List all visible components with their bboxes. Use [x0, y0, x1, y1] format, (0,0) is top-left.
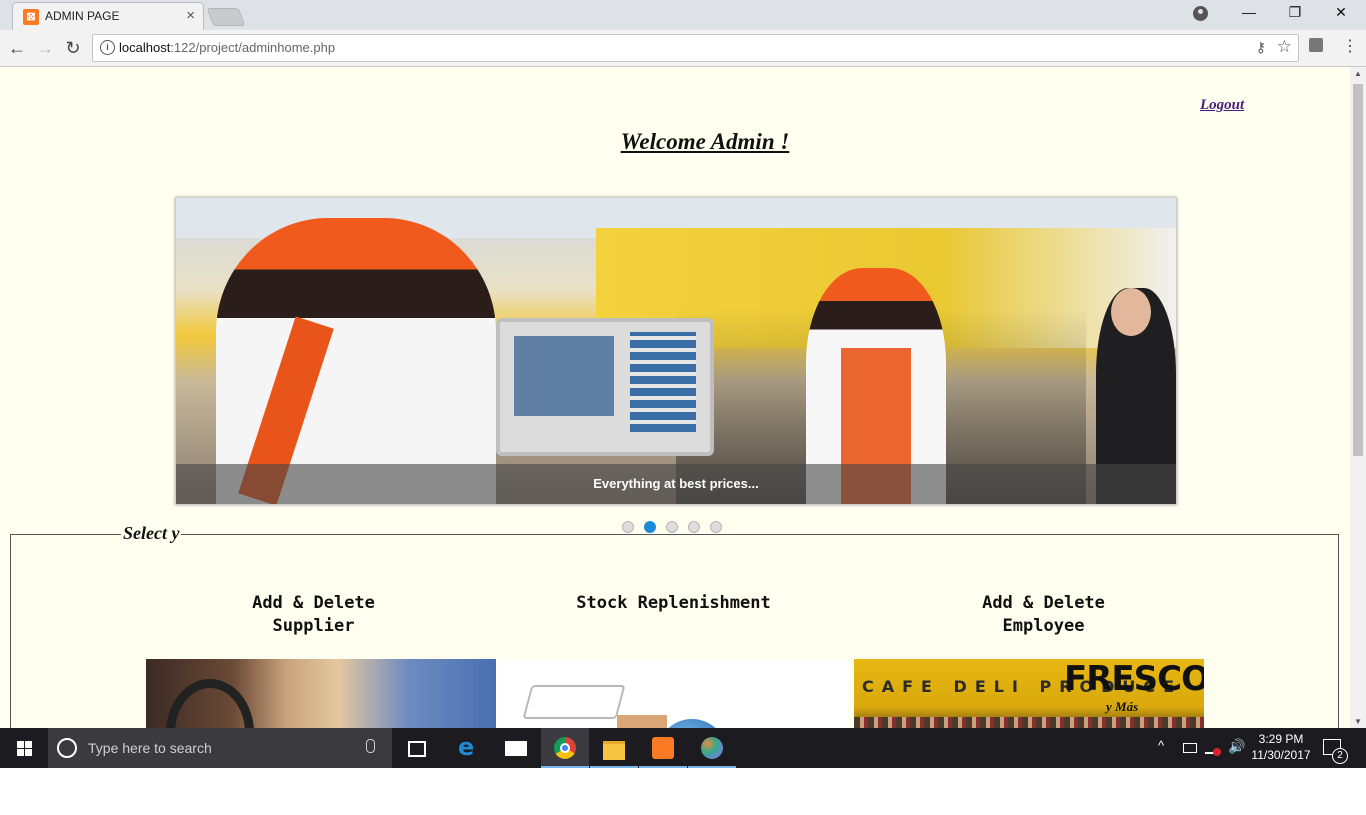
slider-dot-5[interactable]: [710, 521, 722, 533]
mail-taskbar-button[interactable]: [492, 728, 540, 768]
cortana-icon: [57, 738, 77, 758]
fieldset-legend: Select y: [121, 523, 182, 544]
notification-count-badge: 2: [1332, 748, 1348, 764]
start-button[interactable]: [0, 728, 48, 768]
globe-graphic: [657, 719, 727, 728]
url-text[interactable]: localhost:122/project/adminhome.php: [119, 40, 335, 55]
search-placeholder: Type here to search: [88, 740, 212, 756]
card-title-stock[interactable]: Stock Replenishment: [531, 592, 816, 615]
slider-dot-3[interactable]: [666, 521, 678, 533]
paint-icon: [701, 737, 723, 759]
slide-image: [176, 198, 1176, 504]
fresco-logo: FRESCO: [1064, 659, 1204, 699]
extension-icon[interactable]: [1309, 38, 1323, 52]
edge-taskbar-button[interactable]: e: [443, 728, 491, 768]
slider-dot-1[interactable]: [622, 521, 634, 533]
card-title-line: Stock Replenishment: [576, 593, 771, 613]
slider-dot-4[interactable]: [688, 521, 700, 533]
image-slider[interactable]: Everything at best prices...: [175, 197, 1177, 505]
screen-bottom-margin: [0, 768, 1366, 815]
page-viewport: Logout Welcome Admin ! Everything at bes…: [0, 67, 1350, 728]
tab-title: ADMIN PAGE: [45, 9, 120, 23]
edge-icon: e: [458, 733, 475, 761]
card-title-line: Add & Delete: [982, 593, 1105, 613]
browser-tab-strip: ⊠ ADMIN PAGE × — ❐ ✕: [0, 0, 1366, 31]
card-title-employee[interactable]: Add & Delete Employee: [911, 592, 1176, 638]
file-explorer-taskbar-button[interactable]: [590, 728, 638, 768]
slide-caption: Everything at best prices...: [593, 476, 759, 491]
account-icon[interactable]: [1193, 6, 1208, 21]
paint-taskbar-button[interactable]: [688, 728, 736, 768]
clock-date: 11/30/2017: [1251, 748, 1311, 762]
tab-close-icon[interactable]: ×: [186, 7, 195, 24]
slider-dots: [622, 520, 732, 533]
cart-graphic: [522, 685, 626, 719]
xampp-icon: [652, 737, 674, 759]
restore-button[interactable]: ❐: [1272, 4, 1318, 21]
scroll-thumb[interactable]: [1353, 84, 1363, 456]
key-icon[interactable]: ⚷: [1256, 39, 1266, 56]
card-title-supplier[interactable]: Add & Delete Supplier: [181, 592, 446, 638]
windows-taskbar: Type here to search e ^ 🔊 3:29 PM 11/30/…: [0, 728, 1366, 768]
new-tab-button[interactable]: [206, 8, 246, 26]
fresco-tagline: y Más: [1106, 699, 1139, 714]
browser-tab[interactable]: ⊠ ADMIN PAGE ×: [12, 2, 204, 31]
network-icon[interactable]: [1205, 742, 1221, 756]
page-title: Welcome Admin !: [620, 129, 790, 154]
folder-icon: [603, 741, 625, 760]
stock-image[interactable]: [497, 659, 847, 728]
chrome-icon: [554, 737, 576, 759]
site-info-icon[interactable]: i: [100, 40, 115, 55]
tray-chevron-icon[interactable]: ^: [1158, 738, 1164, 753]
address-bar[interactable]: i localhost:122/project/adminhome.php ⚷ …: [92, 34, 1299, 62]
logout-link[interactable]: Logout: [1200, 97, 1244, 114]
volume-icon[interactable]: 🔊: [1228, 738, 1245, 755]
menu-icon[interactable]: ⋮: [1342, 36, 1358, 56]
card-title-line: Employee: [1002, 616, 1085, 636]
clock-time: 3:29 PM: [1258, 732, 1304, 746]
reload-icon[interactable]: ↻: [61, 36, 85, 60]
task-view-icon: [408, 741, 426, 757]
page-scrollbar[interactable]: ▲ ▼: [1350, 67, 1366, 728]
mail-icon: [505, 741, 527, 756]
back-icon[interactable]: ←: [5, 36, 29, 60]
browser-toolbar: ← → ↻ i localhost:122/project/adminhome.…: [0, 30, 1366, 67]
options-fieldset: Select y Add & Delete Supplier Stock Rep…: [10, 523, 1339, 728]
xampp-favicon-icon: ⊠: [23, 9, 39, 25]
supplier-image[interactable]: [146, 659, 496, 728]
scroll-down-arrow-icon[interactable]: ▼: [1354, 717, 1362, 726]
card-title-line: Add & Delete: [252, 593, 375, 613]
battery-icon[interactable]: [1183, 743, 1197, 753]
url-path: :122/project/adminhome.php: [170, 40, 336, 55]
bookmark-star-icon[interactable]: ☆: [1277, 37, 1292, 57]
forward-icon[interactable]: →: [33, 36, 57, 60]
microphone-icon[interactable]: [366, 739, 375, 753]
task-view-button[interactable]: [392, 728, 440, 768]
url-host: localhost: [119, 40, 171, 55]
xampp-taskbar-button[interactable]: [639, 728, 687, 768]
card-title-line: Supplier: [272, 616, 355, 636]
close-window-button[interactable]: ✕: [1318, 4, 1364, 21]
windows-logo-icon: [17, 741, 32, 756]
scroll-up-arrow-icon[interactable]: ▲: [1354, 69, 1362, 78]
chrome-taskbar-button[interactable]: [541, 728, 589, 768]
taskbar-search-box[interactable]: Type here to search: [48, 728, 392, 768]
employee-image[interactable]: CAFE DELI PRODUCE FRESCO y Más: [854, 659, 1204, 728]
slider-dot-2[interactable]: [644, 521, 656, 533]
taskbar-clock[interactable]: 3:29 PM 11/30/2017: [1248, 731, 1314, 763]
minimize-button[interactable]: —: [1226, 4, 1272, 20]
